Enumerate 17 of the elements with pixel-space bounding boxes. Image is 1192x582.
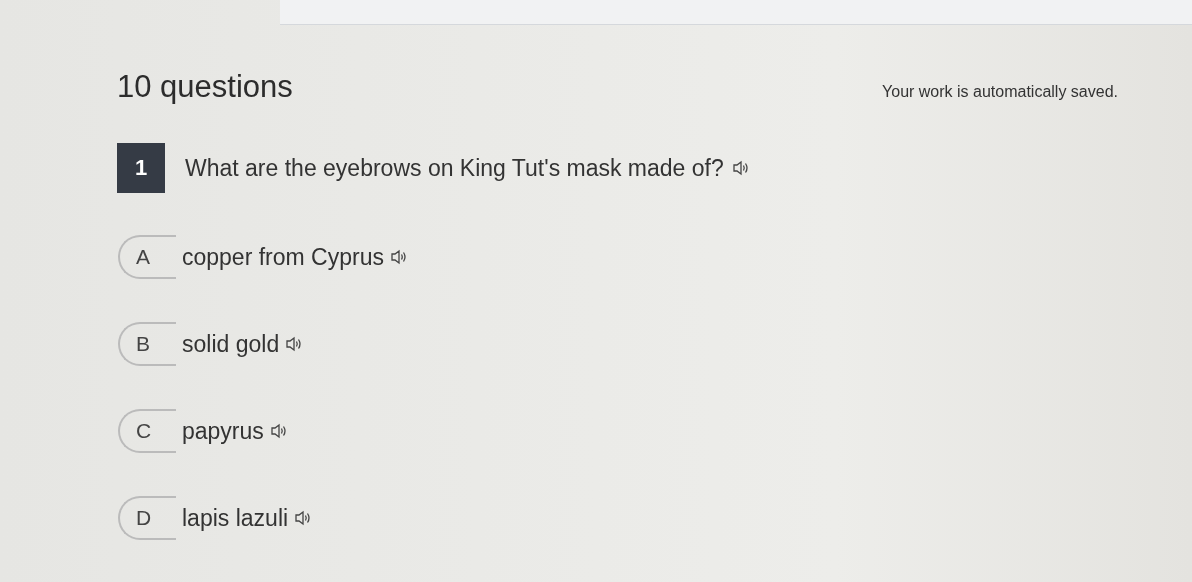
question-number: 1 [117,143,165,193]
answer-option-button[interactable]: D [118,496,176,540]
answer-option-button[interactable]: C [118,409,176,453]
answer-text: copper from Cyprus [182,243,384,271]
answer-option-button[interactable]: B [118,322,176,366]
speaker-icon[interactable] [389,249,408,265]
speaker-icon[interactable] [269,423,288,439]
speaker-icon[interactable] [285,336,304,352]
question-text: What are the eyebrows on King Tut's mask made of? [185,154,724,182]
autosave-note: Your work is automatically saved. [882,83,1118,101]
answer-text: lapis lazuli [182,504,289,532]
question-count: 10 questions [117,69,293,105]
answer-text: solid gold [182,330,280,358]
speaker-icon[interactable] [731,160,750,176]
answer-text: papyrus [182,417,264,445]
answer-option-button[interactable]: A [118,235,176,279]
speaker-icon[interactable] [294,510,313,526]
